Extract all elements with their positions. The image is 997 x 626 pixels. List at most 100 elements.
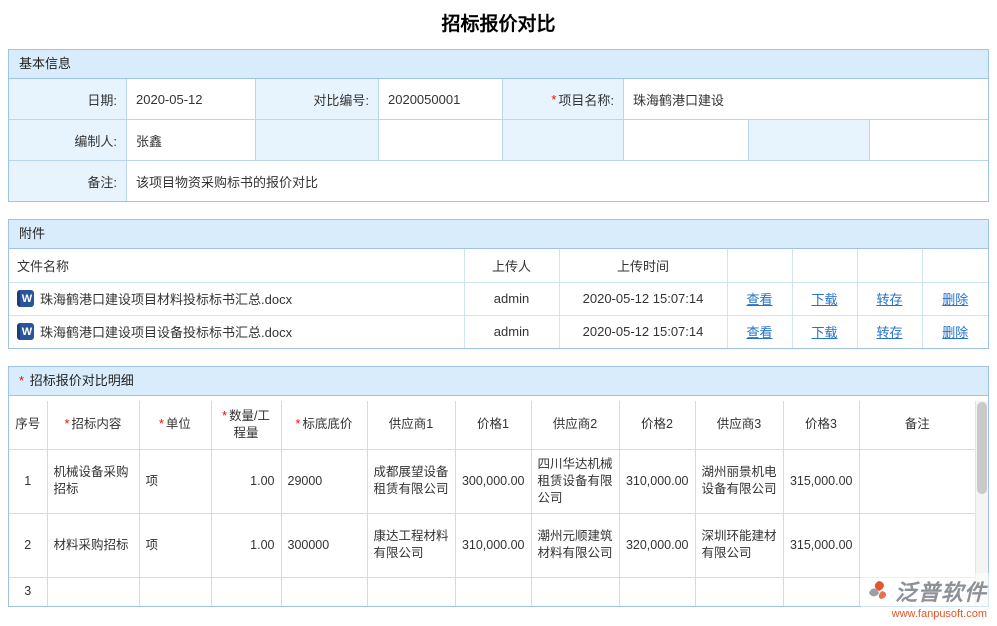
attachments-section-title: 附件	[19, 226, 45, 241]
vendor-watermark: 泛普软件 www.fanpusoft.com	[861, 573, 989, 620]
empty-cell	[379, 120, 502, 160]
detail-row: 3	[9, 577, 975, 606]
compare-no-value: 2020050001	[379, 79, 502, 119]
col-uploader: 上传人	[464, 249, 559, 282]
cell-unit	[139, 577, 211, 606]
transfer-link[interactable]: 转存	[876, 325, 902, 340]
col-supplier2: 供应商2	[531, 401, 619, 449]
scrollbar-thumb[interactable]	[977, 402, 987, 494]
basic-info-section: 基本信息 日期: 2020-05-12 对比编号: 2020050001 * 项…	[8, 49, 989, 202]
cell-remark	[859, 449, 975, 513]
cell-content: 机械设备采购招标	[47, 449, 139, 513]
cell-base-price: 300000	[281, 513, 367, 577]
attachment-row: W 珠海鹤港口建设项目设备投标标书汇总.docx admin 2020-05-1…	[9, 315, 988, 348]
detail-section-header: * 招标报价对比明细	[9, 367, 988, 396]
delete-link[interactable]: 删除	[942, 325, 968, 340]
view-link[interactable]: 查看	[746, 325, 772, 340]
col-action-transfer	[857, 249, 922, 282]
cell-qty: 1.00	[211, 513, 281, 577]
author-label: 编制人:	[9, 120, 126, 160]
cell-price3: 315,000.00	[783, 449, 859, 513]
col-supplier3: 供应商3	[695, 401, 783, 449]
cell-price2: 310,000.00	[619, 449, 695, 513]
remark-label: 备注:	[9, 161, 126, 201]
compare-no-label: 对比编号:	[256, 79, 378, 119]
cell-price3: 315,000.00	[783, 513, 859, 577]
attachment-upload-time: 2020-05-12 15:07:14	[559, 315, 727, 348]
cell-no: 2	[9, 513, 47, 577]
download-link[interactable]: 下载	[811, 292, 837, 307]
attachment-row: W 珠海鹤港口建设项目材料投标标书汇总.docx admin 2020-05-1…	[9, 282, 988, 315]
cell-price1: 300,000.00	[455, 449, 531, 513]
detail-header-row: 序号 *招标内容 *单位 *数量/工程量 *标底底价 供应商1 价格1 供应商2…	[9, 401, 975, 449]
fanpu-logo-icon	[867, 579, 891, 603]
empty-cell	[749, 120, 869, 160]
empty-cell	[503, 120, 623, 160]
col-price2: 价格2	[619, 401, 695, 449]
detail-section-title: 招标报价对比明细	[30, 373, 134, 388]
cell-content	[47, 577, 139, 606]
cell-content: 材料采购招标	[47, 513, 139, 577]
word-doc-icon: W	[17, 290, 34, 307]
detail-table-wrap: 序号 *招标内容 *单位 *数量/工程量 *标底底价 供应商1 价格1 供应商2…	[9, 396, 988, 606]
delete-link[interactable]: 删除	[942, 292, 968, 307]
view-link[interactable]: 查看	[746, 292, 772, 307]
remark-value: 该项目物资采购标书的报价对比	[127, 161, 988, 201]
cell-supplier2: 四川华达机械租赁设备有限公司	[531, 449, 619, 513]
col-action-delete	[922, 249, 988, 282]
empty-cell	[870, 120, 988, 160]
cell-supplier3: 湖州丽景机电设备有限公司	[695, 449, 783, 513]
cell-supplier1: 成都展望设备租赁有限公司	[367, 449, 455, 513]
attachment-uploader: admin	[464, 315, 559, 348]
attachment-upload-time: 2020-05-12 15:07:14	[559, 282, 727, 315]
basic-info-section-header: 基本信息	[9, 50, 988, 79]
watermark-url: www.fanpusoft.com	[867, 608, 987, 620]
download-link[interactable]: 下载	[811, 325, 837, 340]
cell-supplier2	[531, 577, 619, 606]
col-file-name: 文件名称	[9, 249, 464, 282]
required-asterisk: *	[19, 373, 24, 388]
page: 招标报价对比 基本信息 日期: 2020-05-12 对比编号: 2020050…	[0, 0, 997, 626]
cell-supplier3: 深圳环能建材有限公司	[695, 513, 783, 577]
col-content: *招标内容	[47, 401, 139, 449]
basic-info-grid: 日期: 2020-05-12 对比编号: 2020050001 * 项目名称: …	[9, 79, 988, 201]
cell-qty: 1.00	[211, 449, 281, 513]
col-unit: *单位	[139, 401, 211, 449]
empty-cell	[256, 120, 378, 160]
cell-remark	[859, 513, 975, 577]
cell-price1	[455, 577, 531, 606]
cell-unit: 项	[139, 513, 211, 577]
attachments-section: 附件 文件名称 上传人 上传时间 W 珠海鹤港口建设项目材料投标标	[8, 219, 989, 349]
word-doc-icon: W	[17, 323, 34, 340]
cell-supplier2: 潮州元顺建筑材料有限公司	[531, 513, 619, 577]
detail-row: 2 材料采购招标 项 1.00 300000 康达工程材料有限公司 310,00…	[9, 513, 975, 577]
col-no: 序号	[9, 401, 47, 449]
cell-price1: 310,000.00	[455, 513, 531, 577]
col-action-view	[727, 249, 792, 282]
detail-row: 1 机械设备采购招标 项 1.00 29000 成都展望设备租赁有限公司 300…	[9, 449, 975, 513]
transfer-link[interactable]: 转存	[876, 292, 902, 307]
cell-base-price: 29000	[281, 449, 367, 513]
cell-base-price	[281, 577, 367, 606]
attachments-header-row: 文件名称 上传人 上传时间	[9, 249, 988, 282]
cell-supplier1	[367, 577, 455, 606]
cell-qty	[211, 577, 281, 606]
date-value: 2020-05-12	[127, 79, 255, 119]
basic-info-section-title: 基本信息	[19, 56, 71, 71]
cell-price2: 320,000.00	[619, 513, 695, 577]
detail-section: * 招标报价对比明细 序号 *招标内容 *单位 *数量/工程量 *标底底价 供应…	[8, 366, 989, 607]
attachment-file-name: 珠海鹤港口建设项目设备投标标书汇总.docx	[40, 322, 292, 341]
col-price3: 价格3	[783, 401, 859, 449]
project-name-label: * 项目名称:	[503, 79, 623, 119]
watermark-brand: 泛普软件	[895, 575, 987, 607]
date-label: 日期:	[9, 79, 126, 119]
col-remark: 备注	[859, 401, 975, 449]
project-name-value: 珠海鹤港口建设	[624, 79, 988, 119]
detail-table: 序号 *招标内容 *单位 *数量/工程量 *标底底价 供应商1 价格1 供应商2…	[9, 401, 975, 606]
cell-supplier1: 康达工程材料有限公司	[367, 513, 455, 577]
page-title: 招标报价对比	[0, 0, 997, 49]
empty-cell	[624, 120, 748, 160]
attachments-section-header: 附件	[9, 220, 988, 249]
cell-price3	[783, 577, 859, 606]
required-asterisk: *	[551, 92, 556, 107]
